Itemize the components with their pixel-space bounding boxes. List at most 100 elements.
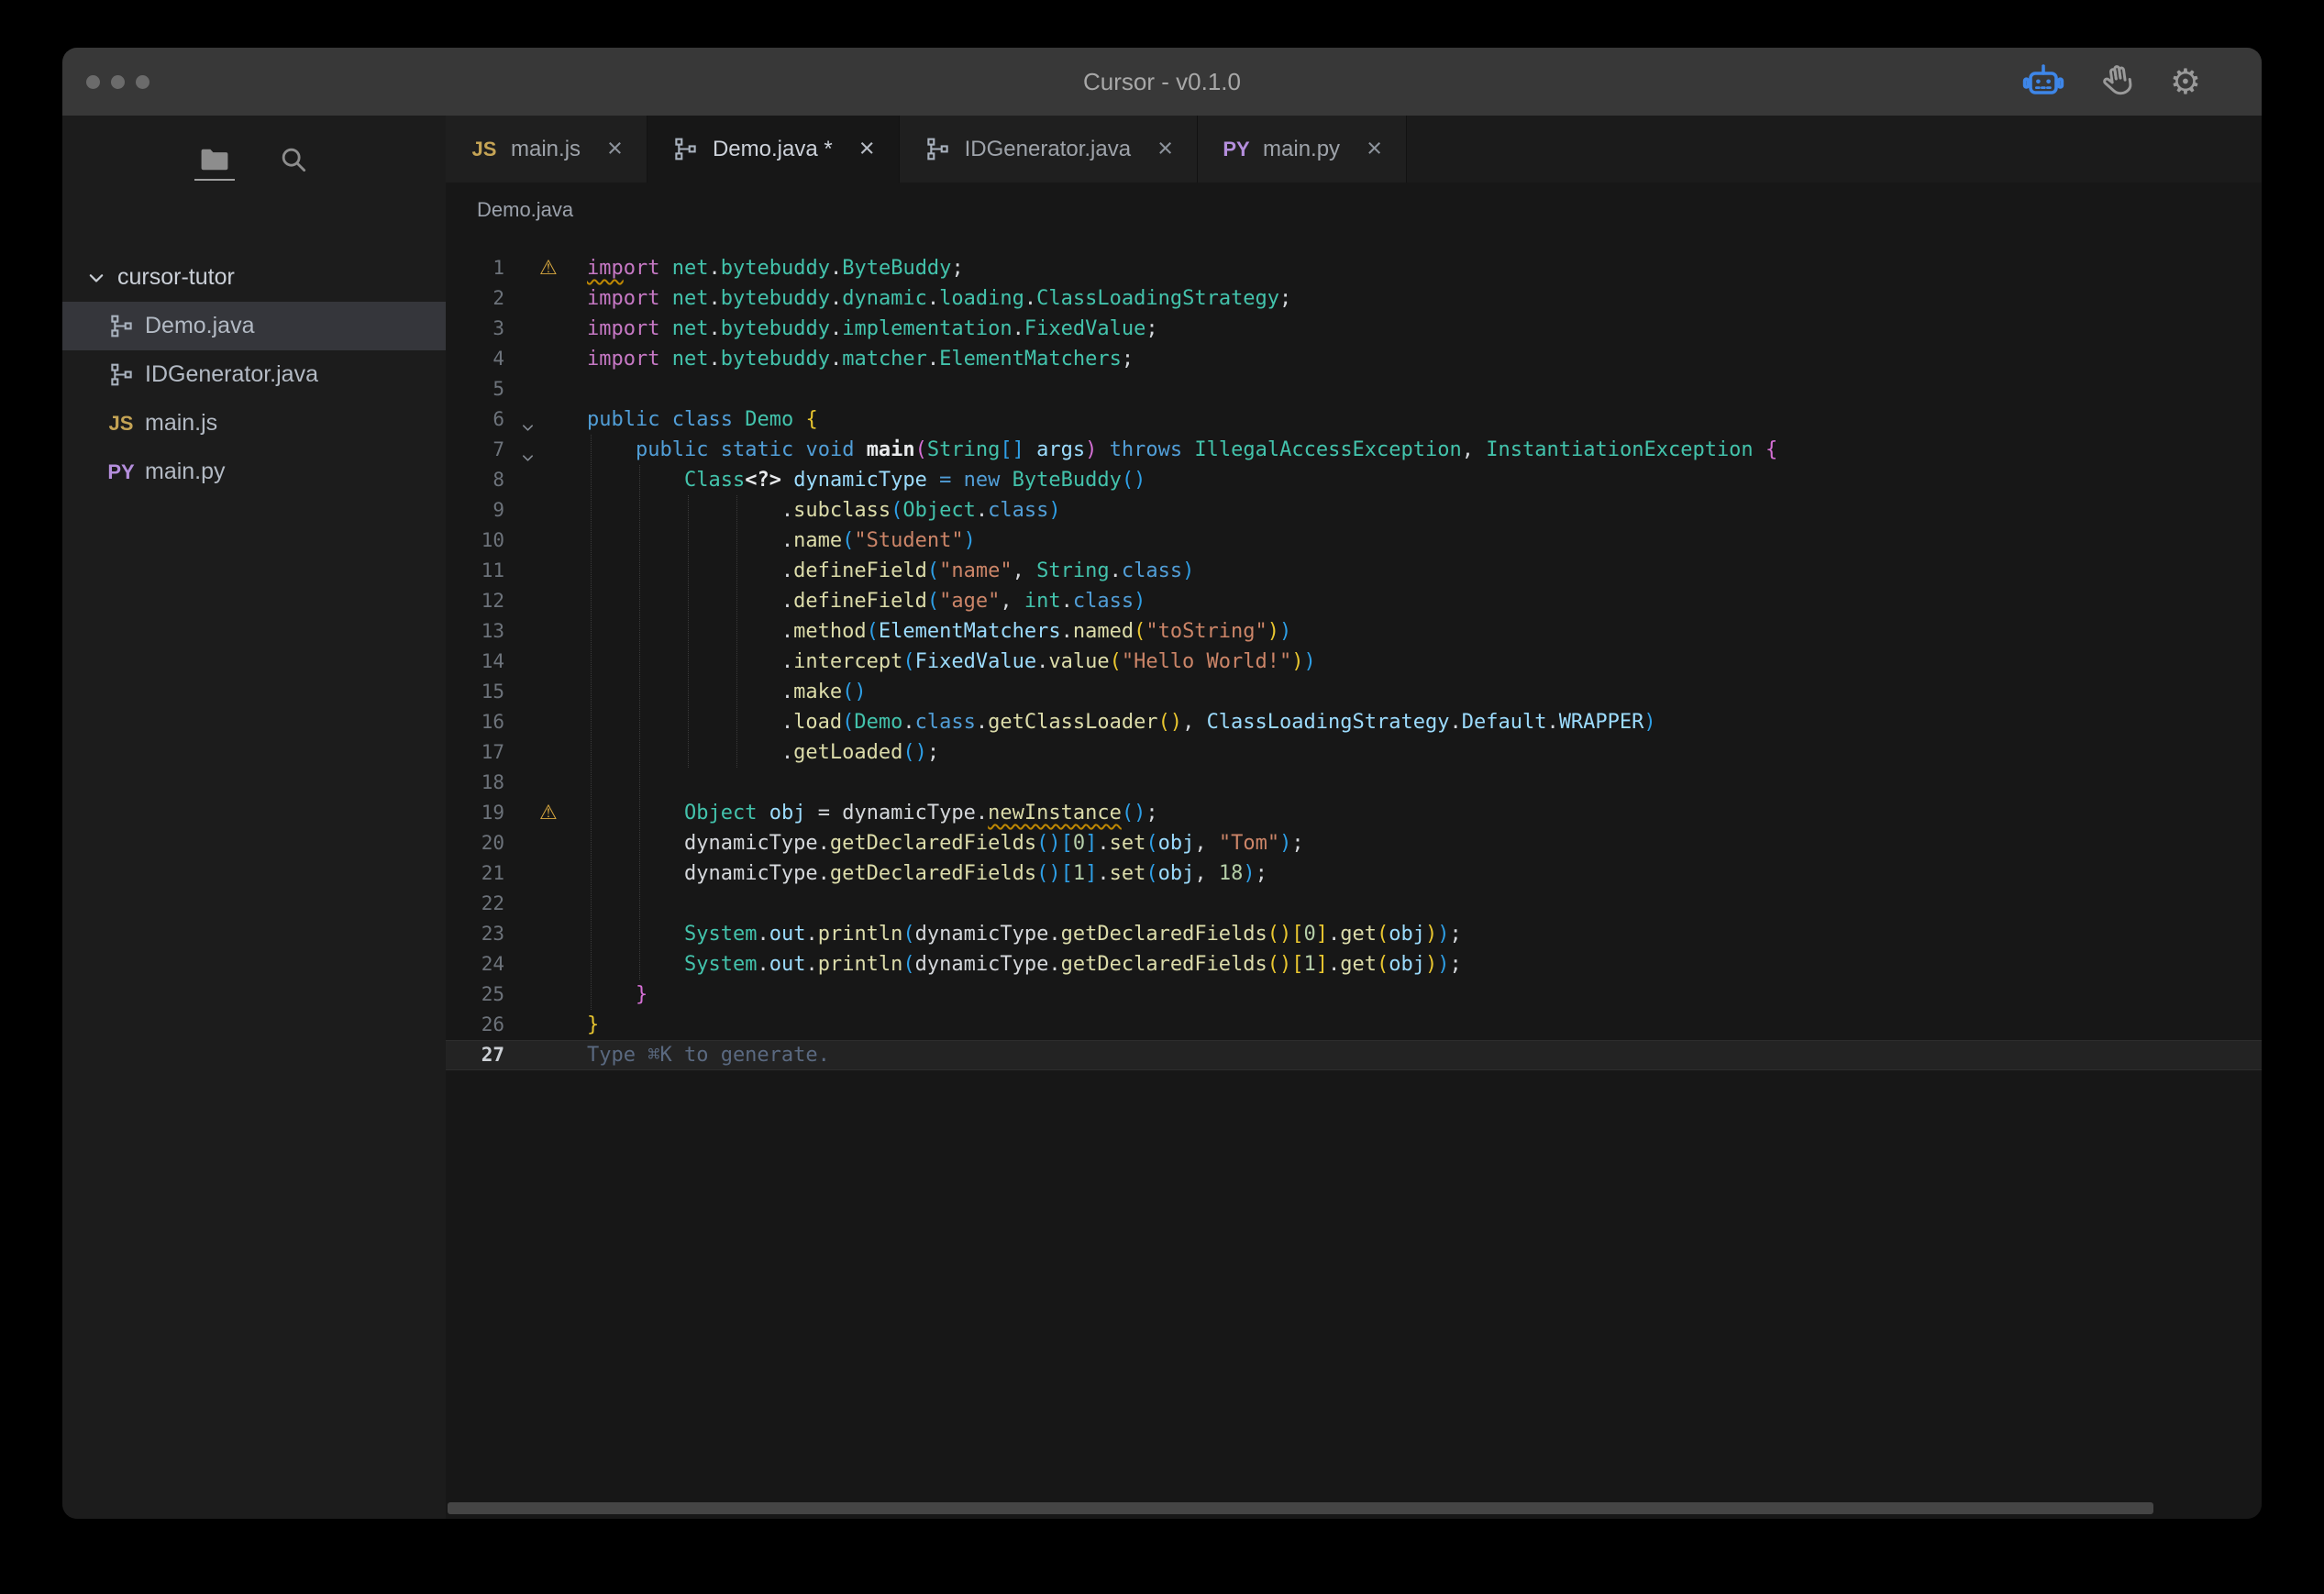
indent-guide: [688, 495, 689, 768]
code-token: ]: [1316, 923, 1328, 946]
code-line-7[interactable]: 7 public static void main(String[] args)…: [446, 435, 2262, 465]
code-line-5[interactable]: 5: [446, 374, 2262, 404]
close-icon[interactable]: ×: [607, 136, 623, 162]
code-line-text: Class<?> dynamicType = new ByteBuddy(): [587, 465, 1145, 495]
code-line-6[interactable]: 6public class Demo {: [446, 404, 2262, 435]
code-line-1[interactable]: 1⚠import net.bytebuddy.ByteBuddy;: [446, 253, 2262, 283]
code-line-text: import net.bytebuddy.dynamic.loading.Cla…: [587, 283, 1291, 314]
code-line-21[interactable]: 21 dynamicType.getDeclaredFields()[1].se…: [446, 858, 2262, 889]
code-token: imp: [587, 257, 624, 280]
file-item-main.py[interactable]: PYmain.py: [62, 448, 446, 496]
app-window: Cursor - v0.1.0 ⚙: [62, 48, 2262, 1519]
horizontal-scrollbar[interactable]: [448, 1502, 2153, 1514]
code-token: "Hello World!": [1122, 650, 1291, 673]
close-icon[interactable]: ×: [1367, 136, 1382, 162]
code-token: .: [1097, 862, 1109, 885]
code-line-26[interactable]: 26}: [446, 1010, 2262, 1040]
search-icon[interactable]: [277, 138, 310, 181]
tab-Demo.java[interactable]: Demo.java *×: [647, 116, 900, 183]
code-token: Demo: [854, 711, 902, 734]
code-token: class: [988, 499, 1048, 522]
gutter-icons: [504, 828, 587, 858]
code-token: args: [1036, 438, 1085, 461]
indent-guide: [591, 435, 592, 1010]
code-token: make: [793, 681, 842, 703]
code-line-8[interactable]: 8 Class<?> dynamicType = new ByteBuddy(): [446, 465, 2262, 495]
code-token: [587, 802, 684, 825]
code-token: {: [805, 408, 817, 431]
code-area[interactable]: 1⚠import net.bytebuddy.ByteBuddy;2import…: [446, 253, 2262, 1070]
window-title: Cursor - v0.1.0: [62, 48, 2262, 116]
code-line-25[interactable]: 25 }: [446, 980, 2262, 1010]
gutter-icons: [504, 344, 587, 374]
code-line-3[interactable]: 3import net.bytebuddy.implementation.Fix…: [446, 314, 2262, 344]
code-line-text: .make(): [587, 677, 867, 707]
code-token: .: [587, 529, 793, 552]
line-number: 13: [446, 616, 504, 647]
code-line-18[interactable]: 18: [446, 768, 2262, 798]
code-token: =: [805, 802, 842, 825]
code-token: ): [1425, 923, 1437, 946]
code-token: ): [1134, 590, 1145, 613]
code-line-13[interactable]: 13 .method(ElementMatchers.named("toStri…: [446, 616, 2262, 647]
title-bar: Cursor - v0.1.0 ⚙: [62, 48, 2262, 116]
code-line-9[interactable]: 9 .subclass(Object.class): [446, 495, 2262, 526]
code-line-14[interactable]: 14 .intercept(FixedValue.value("Hello Wo…: [446, 647, 2262, 677]
code-token: .: [587, 590, 793, 613]
code-token: InstantiationException: [1486, 438, 1753, 461]
code-token: defineField: [793, 559, 927, 582]
tab-main.py[interactable]: PYmain.py×: [1198, 116, 1407, 183]
code-token: bytebuddy: [721, 257, 830, 280]
code-token: .: [805, 953, 817, 976]
folder-row-cursor-tutor[interactable]: cursor-tutor: [62, 253, 446, 302]
code-line-19[interactable]: 19⚠ Object obj = dynamicType.newInstance…: [446, 798, 2262, 828]
file-item-IDGenerator.java[interactable]: IDGenerator.java: [62, 350, 446, 399]
code-line-24[interactable]: 24 System.out.println(dynamicType.getDec…: [446, 949, 2262, 980]
code-token: ): [1291, 650, 1303, 673]
code-token: .: [1036, 650, 1048, 673]
settings-gear-icon[interactable]: ⚙: [2170, 64, 2201, 99]
gutter-icons: [504, 435, 587, 465]
file-item-main.js[interactable]: JSmain.js: [62, 399, 446, 448]
code-line-27[interactable]: 27Type ⌘K to generate.: [446, 1040, 2262, 1070]
tab-main.js[interactable]: JSmain.js×: [446, 116, 647, 183]
gutter-icons: [504, 889, 587, 919]
code-line-20[interactable]: 20 dynamicType.getDeclaredFields()[0].se…: [446, 828, 2262, 858]
robot-icon[interactable]: [2021, 60, 2065, 104]
files-folder-icon[interactable]: [198, 138, 231, 181]
code-line-17[interactable]: 17 .getLoaded();: [446, 737, 2262, 768]
code-line-15[interactable]: 15 .make(): [446, 677, 2262, 707]
code-token: .: [708, 348, 720, 371]
file-item-Demo.java[interactable]: Demo.java: [62, 302, 446, 350]
code-line-11[interactable]: 11 .defineField("name", String.class): [446, 556, 2262, 586]
code-token: ): [1085, 438, 1097, 461]
close-icon[interactable]: ×: [859, 136, 875, 162]
code-token: ElementMatchers: [939, 348, 1122, 371]
code-token: out: [769, 923, 806, 946]
close-icon[interactable]: ×: [1157, 136, 1173, 162]
code-line-22[interactable]: 22: [446, 889, 2262, 919]
wave-hand-icon[interactable]: [2096, 60, 2139, 103]
line-number: 14: [446, 647, 504, 677]
code-token: getDeclaredFields: [1061, 923, 1267, 946]
code-line-text: public static void main(String[] args) t…: [587, 435, 1777, 465]
tab-IDGenerator.java[interactable]: IDGenerator.java×: [900, 116, 1198, 183]
code-line-text: public class Demo {: [587, 404, 818, 435]
file-label: Demo.java: [145, 313, 255, 339]
code-line-16[interactable]: 16 .load(Demo.class.getClassLoader(), Cl…: [446, 707, 2262, 737]
code-token: "toString": [1145, 620, 1267, 643]
line-number: 19: [446, 798, 504, 828]
breadcrumb[interactable]: Demo.java: [446, 187, 2262, 233]
code-token: System: [684, 953, 757, 976]
code-token: ): [1243, 862, 1255, 885]
code-token: [587, 953, 684, 976]
code-line-2[interactable]: 2import net.bytebuddy.dynamic.loading.Cl…: [446, 283, 2262, 314]
code-token: bytebuddy: [721, 287, 830, 310]
code-line-4[interactable]: 4import net.bytebuddy.matcher.ElementMat…: [446, 344, 2262, 374]
code-token: .: [1546, 711, 1558, 734]
code-line-23[interactable]: 23 System.out.println(dynamicType.getDec…: [446, 919, 2262, 949]
line-number: 11: [446, 556, 504, 586]
code-line-10[interactable]: 10 .name("Student"): [446, 526, 2262, 556]
code-token: .: [757, 923, 769, 946]
code-line-12[interactable]: 12 .defineField("age", int.class): [446, 586, 2262, 616]
